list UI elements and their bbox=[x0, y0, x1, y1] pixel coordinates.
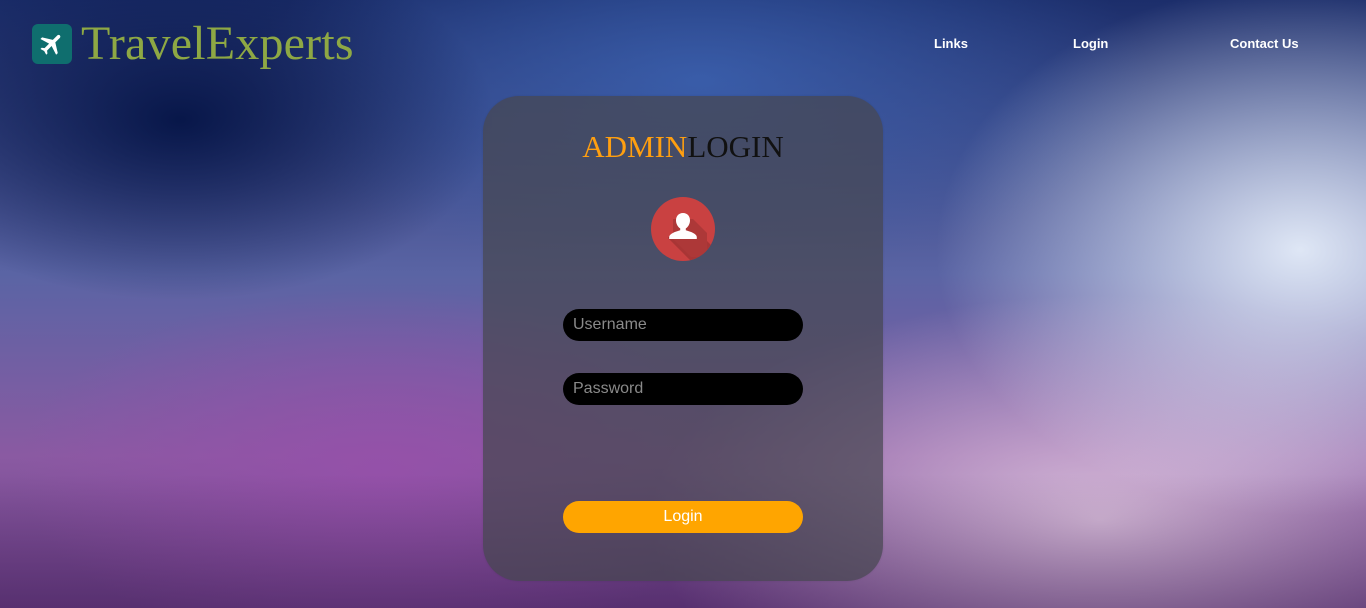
nav-links[interactable]: Links bbox=[934, 36, 968, 51]
title-login: LOGIN bbox=[687, 129, 784, 164]
title-admin: ADMIN bbox=[582, 129, 688, 164]
password-input[interactable] bbox=[563, 373, 803, 405]
nav-contact-us[interactable]: Contact Us bbox=[1230, 36, 1299, 51]
brand[interactable]: TravelExperts bbox=[32, 20, 354, 68]
page-title: ADMINLOGIN bbox=[483, 130, 883, 164]
nav-login[interactable]: Login bbox=[1073, 36, 1108, 51]
airplane-icon bbox=[32, 24, 72, 64]
login-button[interactable]: Login bbox=[563, 501, 803, 533]
user-icon bbox=[651, 197, 715, 261]
username-input[interactable] bbox=[563, 309, 803, 341]
brand-name: TravelExperts bbox=[81, 17, 354, 70]
